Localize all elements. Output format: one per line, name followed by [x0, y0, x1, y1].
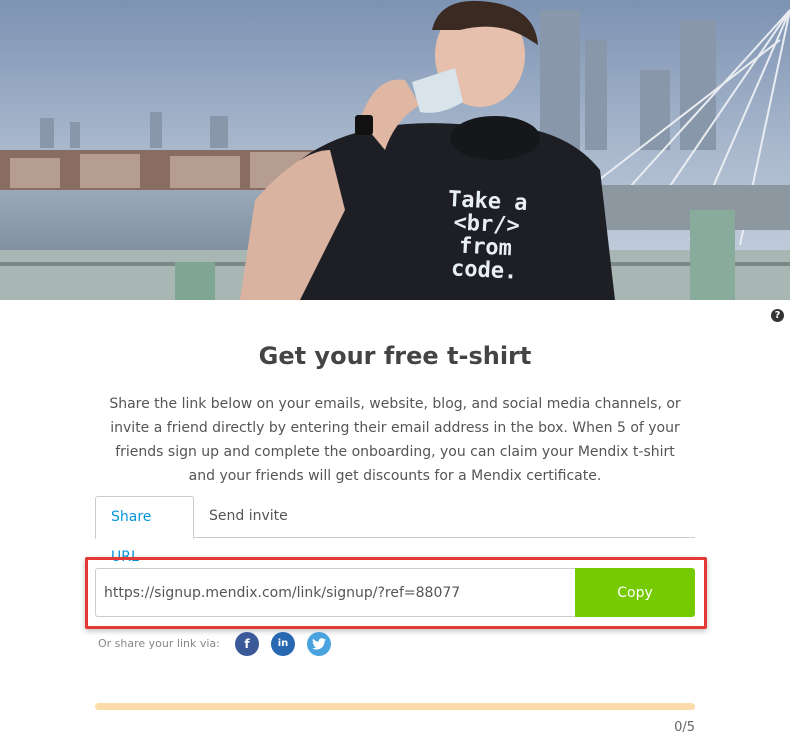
hero-image: Take a <br/> from code.	[0, 0, 790, 300]
linkedin-icon[interactable]: in	[271, 632, 295, 656]
share-url-input[interactable]	[95, 568, 576, 617]
tshirt-print: Take a <br/> from code.	[424, 187, 549, 286]
twitter-icon[interactable]	[307, 632, 331, 656]
hero-photo	[0, 0, 790, 300]
copy-button[interactable]: Copy	[575, 568, 695, 617]
page-description: Share the link below on your emails, web…	[109, 396, 681, 484]
tab-send-invite[interactable]: Send invite	[194, 496, 303, 538]
tab-share-url[interactable]: Share URL	[95, 496, 194, 565]
share-via-label: Or share your link via:	[98, 637, 220, 650]
progress-bar	[95, 703, 695, 710]
twitter-bird-glyph	[312, 638, 326, 650]
facebook-icon[interactable]: f	[235, 632, 259, 656]
tshirt-line-3: from code.	[450, 233, 518, 285]
share-tabs: Share URL Send invite	[95, 496, 695, 565]
page-title: Get your free t-shirt	[258, 342, 532, 370]
progress-count: 0/5	[674, 720, 695, 735]
question-circle-icon[interactable]: ?	[771, 309, 784, 322]
